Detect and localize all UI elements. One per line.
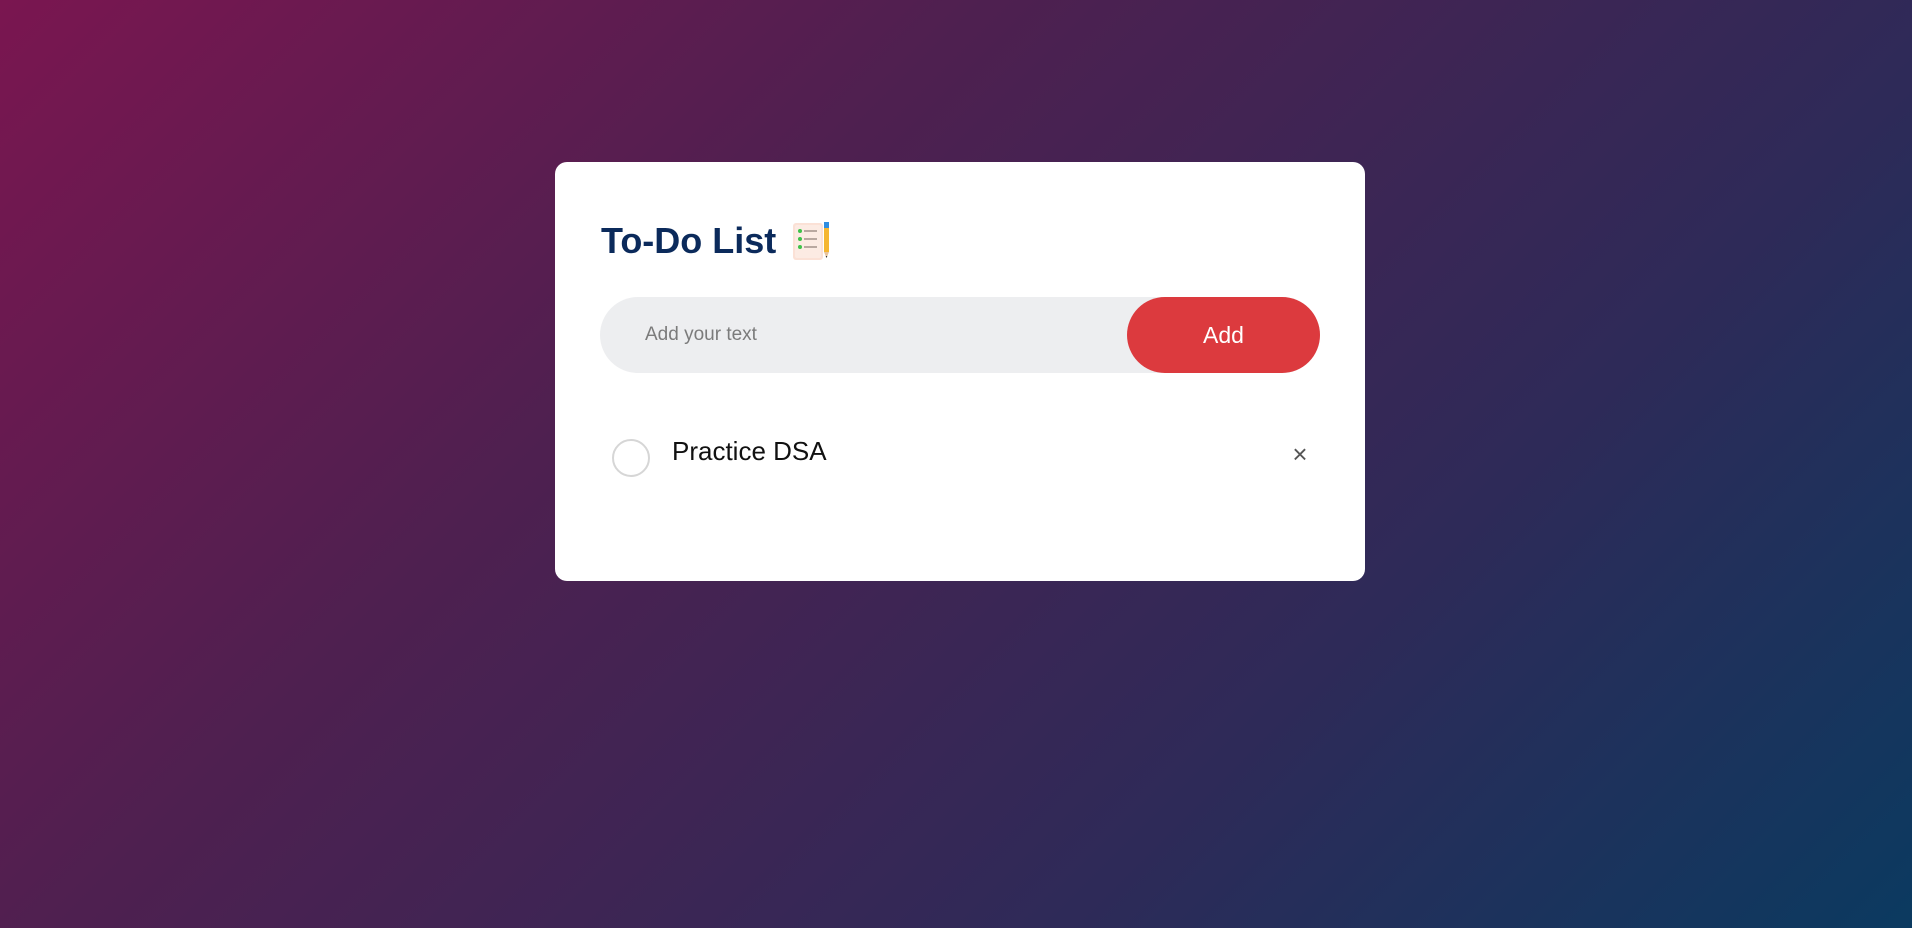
task-text: Practice DSA	[672, 435, 827, 466]
notepad-checklist-icon	[790, 220, 832, 262]
add-task-row: Add	[600, 296, 1320, 374]
todo-card: To-Do List Add Practice DSA	[555, 162, 1365, 581]
unchecked-circle-icon[interactable]	[612, 439, 650, 477]
task-input[interactable]	[600, 296, 1127, 374]
page-title: To-Do List	[601, 220, 777, 261]
add-button[interactable]: Add	[1127, 297, 1320, 373]
task-list: Practice DSA ×	[612, 427, 1312, 477]
task-item[interactable]: Practice DSA ×	[612, 427, 1312, 477]
close-icon[interactable]: ×	[1285, 439, 1315, 469]
header: To-Do List	[601, 220, 832, 262]
